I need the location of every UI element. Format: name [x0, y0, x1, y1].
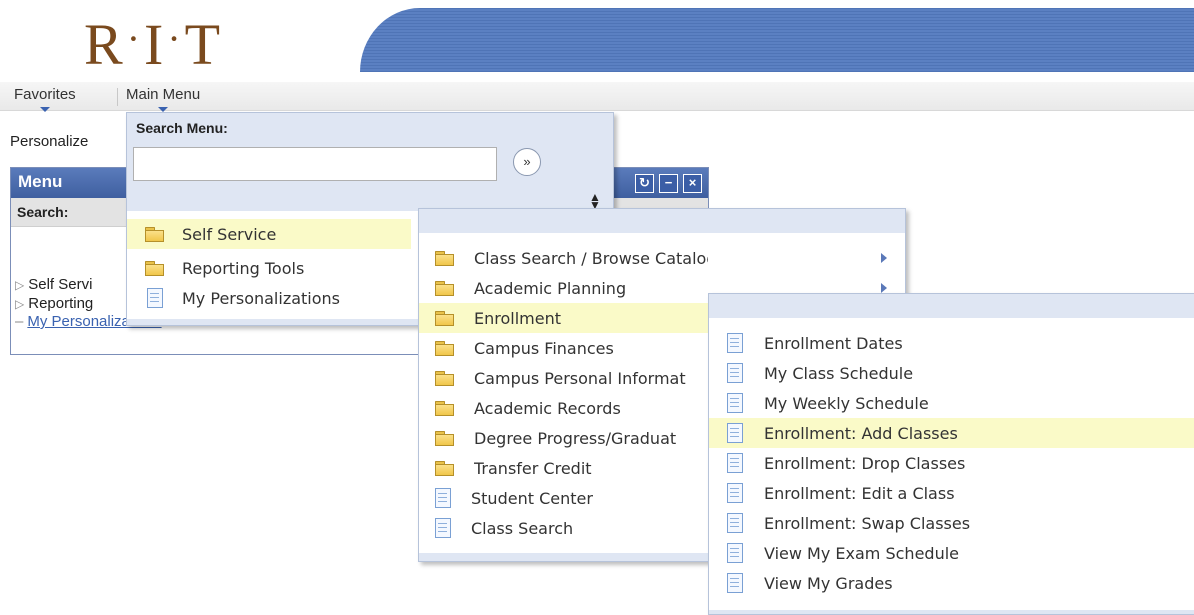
personalize-link[interactable]: Personalize — [10, 133, 88, 150]
search-menu-input[interactable] — [133, 147, 497, 181]
minimize-icon[interactable]: − — [659, 174, 678, 193]
document-icon — [147, 288, 163, 308]
tree-item-reporting[interactable]: ▷ Reporting — [15, 295, 93, 312]
document-icon — [727, 483, 743, 503]
header-banner — [360, 8, 1194, 72]
menu-item-class-search-browse-catalog[interactable]: Class Search / Browse Catalog — [419, 243, 905, 273]
document-icon — [727, 363, 743, 383]
folder-icon — [435, 431, 454, 446]
folder-icon — [435, 461, 454, 476]
menu-item-my-weekly-schedule[interactable]: My Weekly Schedule — [709, 388, 1194, 418]
folder-icon — [435, 371, 454, 386]
close-icon[interactable]: × — [683, 174, 702, 193]
menu-item-enrollment-edit-a-class[interactable]: Enrollment: Edit a Class — [709, 478, 1194, 508]
favorites-caret-icon — [39, 107, 50, 112]
expand-triangle-icon: ▷ — [15, 297, 25, 311]
submenu-arrow-icon — [881, 253, 887, 263]
document-icon — [727, 333, 743, 353]
menu-item-self-service[interactable]: Self Service — [127, 219, 411, 249]
document-icon — [727, 453, 743, 473]
document-icon — [727, 573, 743, 593]
folder-icon — [435, 401, 454, 416]
folder-icon — [435, 251, 454, 266]
favorites-menu[interactable]: Favorites — [14, 86, 76, 112]
tree-item-self-service[interactable]: ▷ Self Servi — [15, 276, 92, 293]
folder-icon — [435, 341, 454, 356]
search-menu-label: Search Menu: — [136, 120, 228, 136]
menu-item-my-class-schedule[interactable]: My Class Schedule — [709, 358, 1194, 388]
document-icon — [727, 543, 743, 563]
refresh-icon[interactable]: ↻ — [635, 174, 654, 193]
menu-pagelet-title: Menu — [18, 172, 63, 191]
menu-item-reporting-tools[interactable]: Reporting Tools — [127, 253, 417, 283]
submenu-arrow-icon — [881, 283, 887, 293]
sort-icon[interactable]: ▲ ▼ — [589, 191, 601, 211]
menu-item-my-personalizations[interactable]: My Personalizations — [127, 283, 417, 313]
nav-separator — [117, 88, 118, 106]
folder-icon — [145, 227, 164, 242]
folder-icon — [435, 281, 454, 296]
document-icon — [435, 488, 451, 508]
menu-item-enrollment-dates[interactable]: Enrollment Dates — [709, 328, 1194, 358]
document-icon — [727, 393, 743, 413]
menu-item-view-my-exam-schedule[interactable]: View My Exam Schedule — [709, 538, 1194, 568]
menu-item-enrollment-add-classes[interactable]: Enrollment: Add Classes — [709, 418, 1194, 448]
folder-icon — [435, 311, 454, 326]
document-icon — [727, 513, 743, 533]
nav-bar: Favorites Main Menu — [0, 82, 1194, 112]
document-icon — [727, 423, 743, 443]
document-icon — [435, 518, 451, 538]
search-go-button[interactable]: » — [513, 148, 541, 176]
expand-triangle-icon: ▷ — [15, 278, 25, 292]
menu-item-enrollment-drop-classes[interactable]: Enrollment: Drop Classes — [709, 448, 1194, 478]
menu-item-enrollment-swap-classes[interactable]: Enrollment: Swap Classes — [709, 508, 1194, 538]
rit-logo: R·I·T — [84, 12, 223, 77]
main-menu[interactable]: Main Menu — [126, 86, 200, 112]
enrollment-dropdown: Enrollment Dates My Class Schedule My Week… — [708, 293, 1194, 615]
folder-icon — [145, 261, 164, 276]
menu-pagelet-search-label: Search: — [17, 204, 69, 220]
menu-item-view-my-grades[interactable]: View My Grades — [709, 568, 1194, 598]
